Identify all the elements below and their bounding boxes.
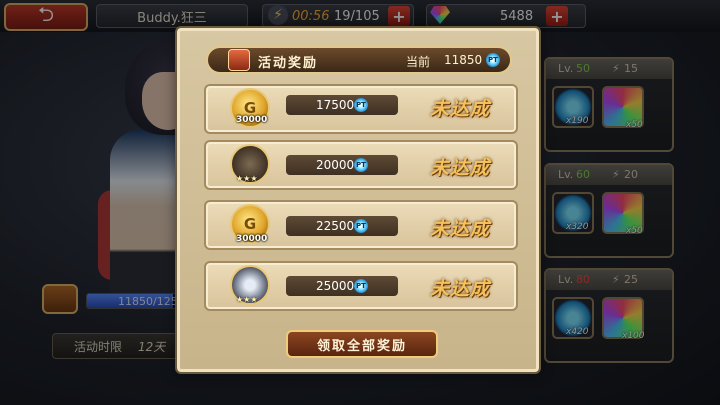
claim-all-button[interactable]: 领取全部奖励 bbox=[286, 330, 438, 358]
dialog-title: 活动奖励 bbox=[258, 56, 319, 71]
reward-qty: 30000 bbox=[236, 234, 268, 244]
current-points-value: 11850 bbox=[444, 53, 483, 67]
reward-status: 未达成 bbox=[430, 218, 491, 240]
current-points-label: 当前 bbox=[406, 55, 431, 69]
rarity-stars: ★★★ bbox=[236, 295, 258, 304]
pt-icon: PT bbox=[354, 219, 368, 233]
pt-icon: PT bbox=[486, 53, 500, 67]
treasure-chest-icon bbox=[228, 49, 250, 71]
requirement-value: 25000 bbox=[316, 279, 355, 293]
reward-status: 未达成 bbox=[430, 98, 491, 120]
reward-status: 未达成 bbox=[430, 157, 491, 179]
rarity-stars: ★★★ bbox=[236, 174, 258, 183]
pt-icon: PT bbox=[354, 158, 368, 172]
pt-icon: PT bbox=[354, 279, 368, 293]
requirement-value: 22500 bbox=[316, 219, 355, 233]
reward-status: 未达成 bbox=[430, 278, 491, 300]
pt-icon: PT bbox=[354, 98, 368, 112]
reward-qty: 30000 bbox=[236, 115, 268, 125]
requirement-value: 20000 bbox=[316, 158, 355, 172]
requirement-value: 17500 bbox=[316, 98, 355, 112]
